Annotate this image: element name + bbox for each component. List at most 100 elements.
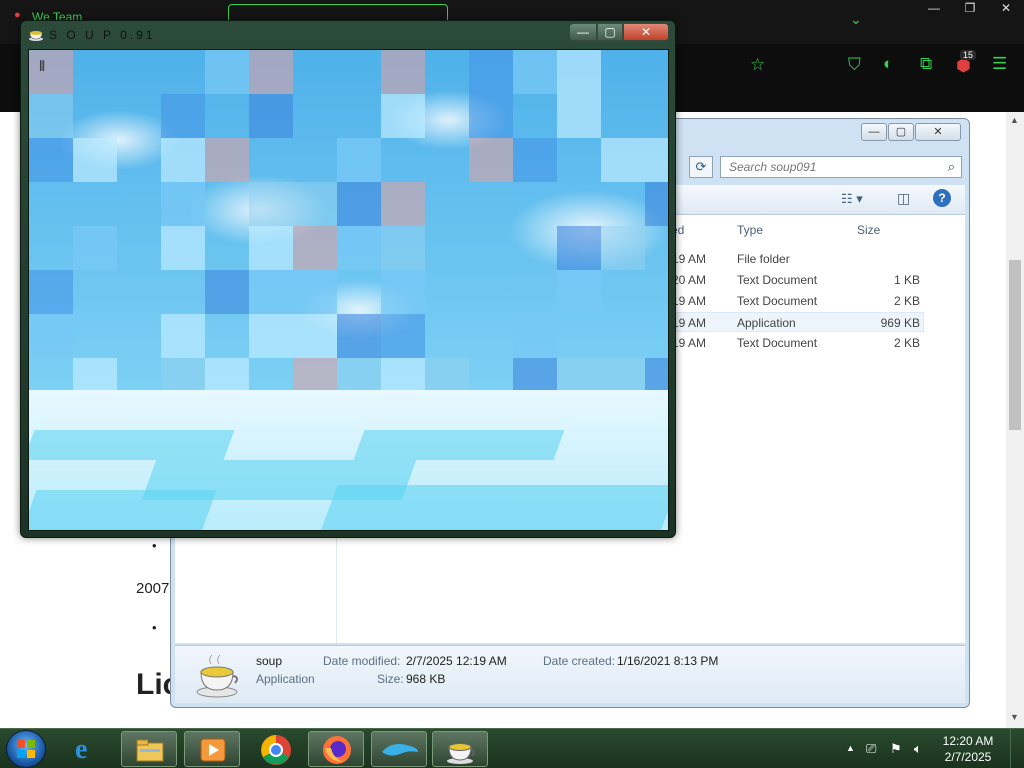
search-icon[interactable]: ⌕ <box>948 159 955 175</box>
soup-3d-viewport[interactable]: ⦀ <box>28 49 669 531</box>
star-icon[interactable]: ☆ <box>750 56 765 73</box>
soup-icon <box>447 743 475 764</box>
soup-titlebar[interactable]: S O U P 0.91 — ▢ ✕ <box>21 21 675 49</box>
sky-tile <box>469 50 513 94</box>
chevron-down-icon[interactable]: ⌄ <box>850 12 862 26</box>
flag-icon[interactable]: ⚑ <box>890 741 902 757</box>
contrast-icon[interactable]: ◐ <box>883 55 893 72</box>
file-row[interactable]: 19 AM Text Document 2 KB <box>668 291 924 311</box>
windows-start-icon[interactable] <box>6 730 46 768</box>
browser-close-button[interactable]: ✕ <box>988 0 1024 18</box>
search-input[interactable]: Search soup091 ⌕ <box>720 156 962 178</box>
taskbar-chrome[interactable] <box>247 731 303 767</box>
sky-tile <box>337 182 381 226</box>
scroll-up-icon[interactable]: ▲ <box>1010 115 1019 125</box>
network-icon[interactable]: ⎚ <box>866 741 876 757</box>
preview-pane-icon[interactable]: ◫ <box>897 190 910 207</box>
sky-tile <box>249 94 293 138</box>
taskbar-media-player[interactable] <box>184 731 240 767</box>
soup-window: S O U P 0.91 — ▢ ✕ ⦀ <box>20 20 676 538</box>
sky-tile <box>645 138 668 182</box>
taskbar-ie[interactable]: e <box>62 731 118 767</box>
sky-tile <box>73 138 117 182</box>
browser-restore-button[interactable]: ❐ <box>952 0 988 18</box>
page-bullet: • <box>152 538 157 553</box>
file-type: Text Document <box>737 336 818 350</box>
sky-tile <box>205 270 249 314</box>
sky-tile <box>29 50 73 94</box>
show-desktop-button[interactable] <box>1010 729 1024 768</box>
sky-tile <box>513 314 557 358</box>
menu-icon[interactable]: ☰ <box>992 55 1007 72</box>
sky-tile <box>161 226 205 270</box>
paperclip-icon: ⦀ <box>39 58 46 74</box>
explorer-close-button[interactable]: ✕ <box>915 123 961 141</box>
sky-wall-texture <box>29 50 668 410</box>
sky-tile <box>249 50 293 94</box>
clock-date[interactable]: 2/7/2025 <box>938 750 998 764</box>
sky-tile <box>381 94 425 138</box>
sky-tile <box>205 138 249 182</box>
sky-tile <box>337 138 381 182</box>
scroll-down-icon[interactable]: ▼ <box>1010 712 1019 722</box>
file-row[interactable]: 20 AM Text Document 1 KB <box>668 270 924 290</box>
show-hidden-icons-icon[interactable]: ▲ <box>846 743 855 753</box>
puzzle-icon[interactable]: ⧉ <box>920 55 932 72</box>
sky-tile <box>73 226 117 270</box>
details-pane: soup Application Date modified: 2/7/2025… <box>175 645 965 703</box>
taskbar-soup[interactable] <box>432 731 488 767</box>
browser-minimize-button[interactable]: — <box>916 0 952 18</box>
detail-file-kind: Application <box>256 672 315 686</box>
sky-tile <box>557 226 601 270</box>
detail-size-label: Size: <box>377 672 404 686</box>
floor-tile <box>353 430 565 460</box>
page-scroll-thumb[interactable] <box>1009 260 1021 430</box>
file-type: Application <box>737 316 796 330</box>
sky-tile <box>29 94 73 138</box>
help-icon[interactable]: ? <box>933 189 951 207</box>
taskbar: e ▲ ⎚ ⚑ 🔈︎ 12:20 AM 2/7/2025 <box>0 728 1024 768</box>
soup-maximize-button[interactable]: ▢ <box>597 23 623 41</box>
volume-icon[interactable]: 🔈︎ <box>914 741 922 757</box>
page-scrollbar[interactable]: ▲ ▼ <box>1006 112 1024 728</box>
column-type[interactable]: Type <box>737 223 763 237</box>
explorer-minimize-button[interactable]: — <box>861 123 887 141</box>
view-options-icon[interactable]: ☷ ▾ <box>841 191 863 207</box>
soup-close-button[interactable]: ✕ <box>623 23 669 41</box>
search-placeholder: Search soup091 <box>729 160 817 174</box>
sky-tile <box>513 50 557 94</box>
taskbar-explorer[interactable] <box>121 731 177 767</box>
sky-tile <box>381 182 425 226</box>
sky-tile <box>249 314 293 358</box>
sky-tile <box>469 94 513 138</box>
sky-tile <box>29 314 73 358</box>
file-row-selected[interactable]: 19 AM Application 969 KB <box>668 312 924 332</box>
detail-created-value: 1/16/2021 8:13 PM <box>617 654 719 668</box>
explorer-maximize-button[interactable]: ▢ <box>888 123 914 141</box>
file-size: 2 KB <box>893 294 920 308</box>
file-row[interactable]: 19 AM Text Document 2 KB <box>668 333 924 353</box>
windows-logo-icon <box>17 740 35 758</box>
floor-tile <box>29 430 235 460</box>
pocket-icon[interactable]: ⛉ <box>848 56 861 73</box>
sky-tile <box>293 182 337 226</box>
soup-minimize-button[interactable]: — <box>569 23 597 41</box>
file-size: 969 KB <box>880 316 920 330</box>
sky-tile <box>381 314 425 358</box>
column-size[interactable]: Size <box>857 223 880 237</box>
clock-time[interactable]: 12:20 AM <box>938 734 998 748</box>
page-year-text: 2007 <box>136 580 170 597</box>
taskbar-dolphin[interactable] <box>371 731 427 767</box>
soup-icon <box>196 654 239 698</box>
page-bullet: • <box>152 620 157 635</box>
sky-tile <box>161 138 205 182</box>
ie-icon: e <box>75 734 88 765</box>
file-row[interactable]: 19 AM File folder <box>668 249 924 269</box>
taskbar-firefox[interactable] <box>308 731 364 767</box>
sky-tile <box>645 182 668 226</box>
file-date: 19 AM <box>672 316 707 330</box>
file-type: Text Document <box>737 294 818 308</box>
refresh-icon[interactable]: ⟳ <box>689 156 713 178</box>
file-size: 1 KB <box>893 273 920 287</box>
file-date: 19 AM <box>672 336 707 350</box>
